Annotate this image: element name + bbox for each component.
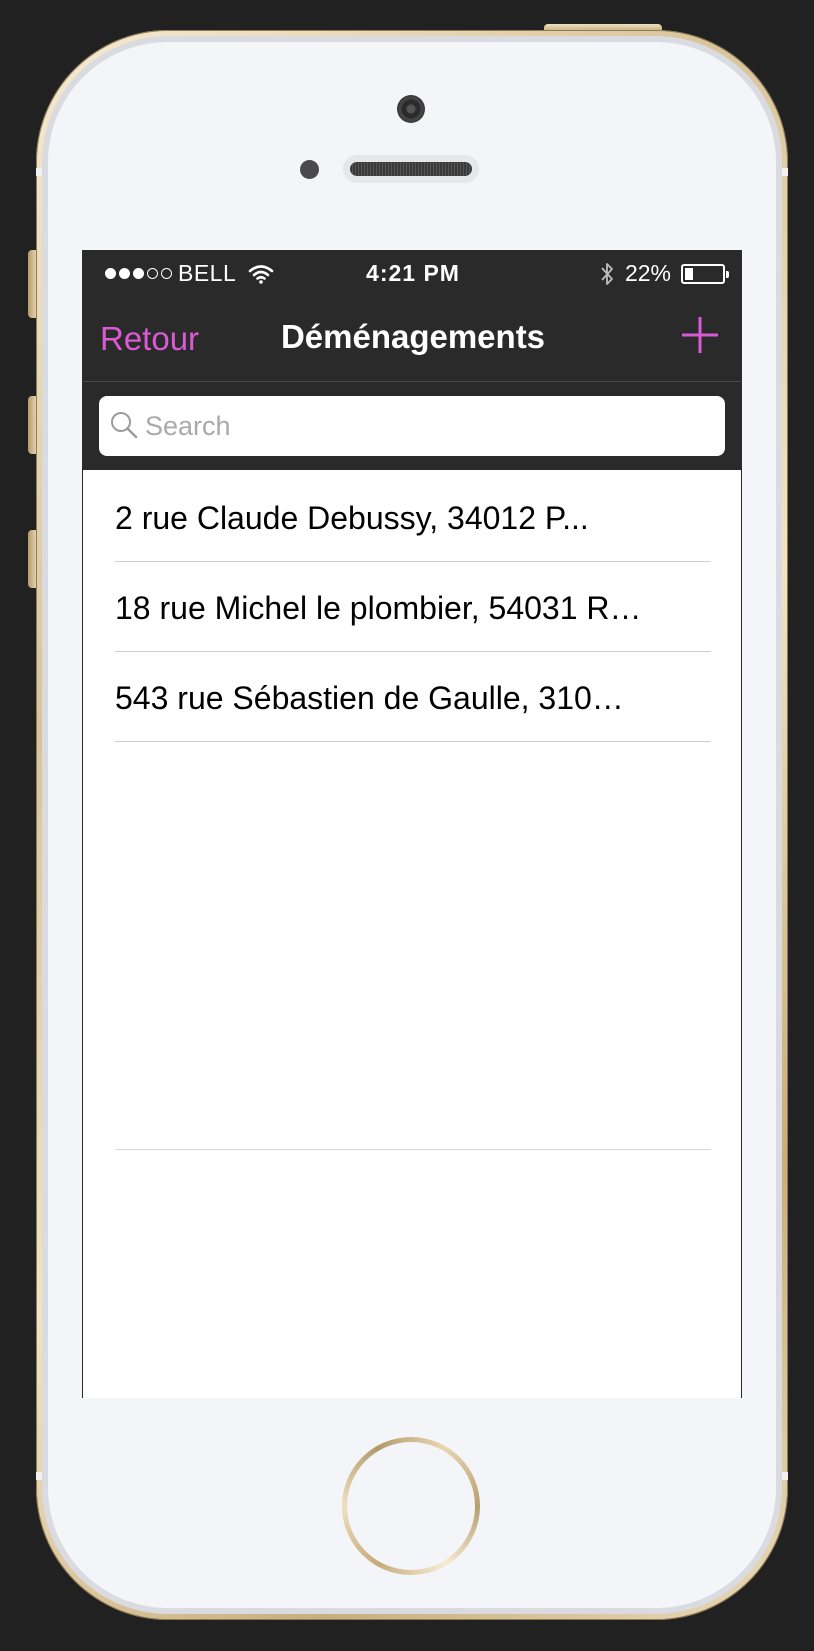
search-bar[interactable] bbox=[99, 396, 725, 456]
battery-tip bbox=[726, 270, 729, 278]
app-screen: BELL 4:21 PM 22% Retour Déménagements Se… bbox=[82, 250, 742, 1416]
list-item-label: 2 rue Claude Debussy, 34012 P... bbox=[115, 500, 589, 536]
screen-bottom-bezel bbox=[82, 1398, 742, 1416]
page-title: Déménagements bbox=[280, 318, 546, 355]
status-right: 22% bbox=[599, 260, 729, 287]
status-bar: BELL 4:21 PM 22% bbox=[83, 250, 741, 296]
empty-row-separator bbox=[115, 1149, 711, 1150]
device-mockup: BELL 4:21 PM 22% Retour Déménagements Se… bbox=[0, 0, 814, 1651]
list-item[interactable]: 2 rue Claude Debussy, 34012 P... bbox=[83, 472, 741, 562]
search-icon bbox=[111, 412, 138, 439]
battery-level bbox=[685, 267, 693, 280]
earpiece-speaker bbox=[343, 155, 479, 183]
bluetooth-icon bbox=[601, 262, 613, 285]
row-separator bbox=[115, 741, 711, 742]
home-button[interactable] bbox=[342, 1437, 480, 1575]
list-item[interactable]: 543 rue Sébastien de Gaulle, 310… bbox=[83, 652, 741, 742]
list-item-label: 543 rue Sébastien de Gaulle, 310… bbox=[115, 680, 624, 716]
search-input[interactable] bbox=[145, 396, 715, 456]
proximity-sensor bbox=[300, 160, 319, 179]
plus-icon[interactable] bbox=[673, 308, 727, 362]
battery-percentage: 22% bbox=[624, 260, 671, 286]
address-list: 2 rue Claude Debussy, 34012 P... 18 rue … bbox=[83, 472, 741, 742]
navigation-bar: Retour Déménagements bbox=[83, 296, 741, 382]
battery-icon bbox=[681, 263, 729, 284]
list-item-label: 18 rue Michel le plombier, 54031 R… bbox=[115, 590, 642, 626]
list-item[interactable]: 18 rue Michel le plombier, 54031 R… bbox=[83, 562, 741, 652]
front-camera-icon bbox=[397, 95, 425, 123]
